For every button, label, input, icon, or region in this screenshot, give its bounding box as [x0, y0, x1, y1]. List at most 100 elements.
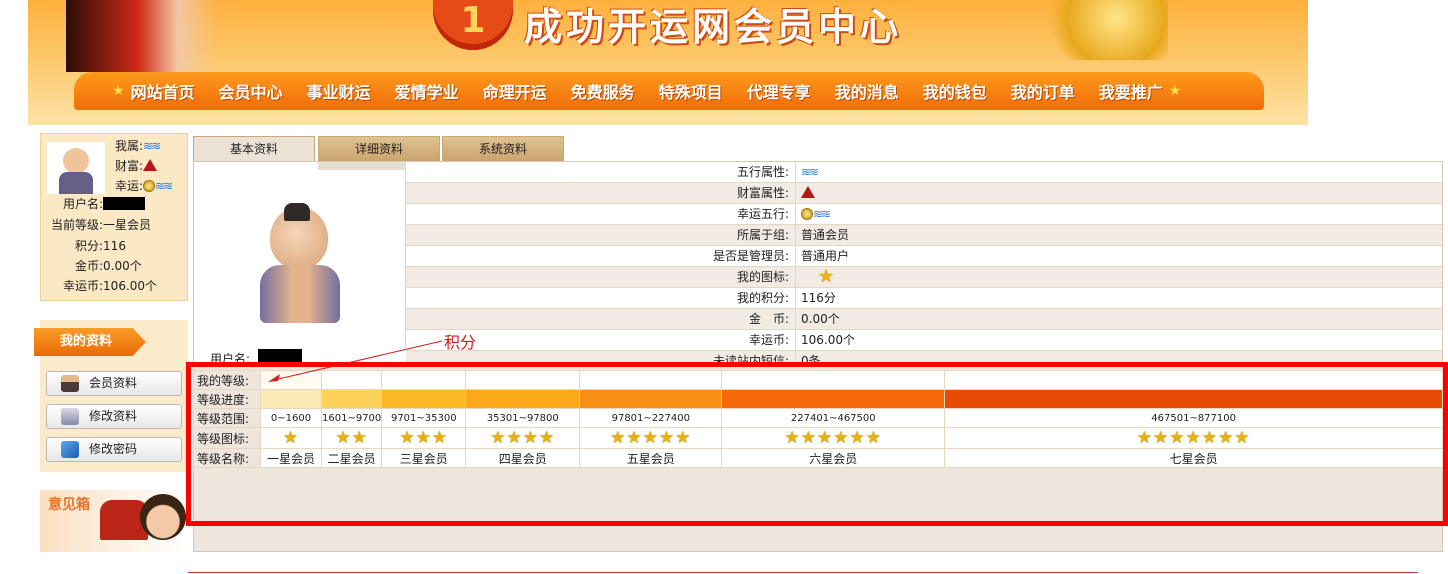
sidebar-belong: 我属:≋≋ — [115, 137, 161, 154]
avatar-body — [59, 172, 93, 194]
star-icon: ★ — [1168, 83, 1182, 99]
edit-info-label: 修改资料 — [89, 409, 138, 423]
info-value: ≋≋ — [801, 162, 819, 182]
sidebar-wealth-label: 财富: — [115, 159, 144, 173]
sidebar-points: 积分:116 — [75, 239, 126, 253]
sidebar-luck: 幸运: ≋≋ — [115, 177, 173, 194]
site-header: 1 成功开运网会员中心 ★ 网站首页 会员中心 事业财运 爱情学业 命理开运 免… — [28, 0, 1308, 125]
nav-item-orders[interactable]: 我的订单 — [1011, 79, 1075, 103]
info-value: 106.00个 — [801, 333, 855, 347]
info-label: 所属于组: — [406, 225, 796, 245]
info-label: 金 币: — [406, 309, 796, 329]
edit-info-button[interactable]: 修改资料 — [46, 404, 182, 429]
nav-item-agent[interactable]: 代理专享 — [747, 79, 811, 103]
member-info-button[interactable]: 会员资料 — [46, 371, 182, 396]
sidebar-gold: 金币:0.00个 — [75, 259, 142, 273]
info-row-luck: 幸运五行: ≋≋ — [406, 204, 1442, 225]
avatar-body — [260, 265, 340, 323]
change-password-label: 修改密码 — [89, 442, 138, 456]
annotation-arrow-head — [268, 374, 280, 382]
nav-item-special[interactable]: 特殊项目 — [659, 79, 723, 103]
gold-icon — [801, 208, 813, 220]
nav-item-wallet[interactable]: 我的钱包 — [923, 79, 987, 103]
info-label: 财富属性: — [406, 183, 796, 203]
info-label: 我的积分: — [406, 288, 796, 308]
annotation-arrow — [268, 340, 443, 382]
user-icon — [61, 375, 79, 392]
sidebar-username: 用户名: — [63, 195, 146, 212]
sidebar-wealth: 财富: — [115, 157, 158, 174]
logo-emblem: 1 — [433, 0, 513, 50]
nav-item-promote[interactable]: 我要推广 — [1099, 79, 1163, 103]
avatar-head — [63, 148, 89, 174]
info-label: 幸运五行: — [406, 204, 796, 224]
avatar-hair — [284, 203, 310, 221]
info-row-lucky-coin: 幸运币: 106.00个 — [406, 330, 1442, 351]
sidebar-username-label: 用户名: — [63, 197, 104, 211]
water-icon: ≋≋ — [155, 179, 173, 193]
menu-title: 我的资料 — [34, 328, 146, 356]
info-value: ★ — [818, 267, 834, 288]
sidebar-user-card: 我属:≋≋ 财富: 幸运: ≋≋ 用户名: 当前等级:一星会员 积分:116 金币… — [40, 133, 188, 301]
photo-header-strip — [318, 162, 406, 170]
info-value: ≋≋ — [801, 204, 831, 224]
profile-photo-cell — [194, 162, 406, 348]
info-row-admin: 是否是管理员: 普通用户 — [406, 246, 1442, 267]
water-icon: ≋≋ — [801, 165, 819, 179]
info-value: 普通会员 — [801, 228, 850, 242]
nav-item-fortune[interactable]: 命理开运 — [483, 79, 547, 103]
redacted-username — [103, 197, 146, 210]
sidebar-luck-label: 幸运: — [115, 179, 144, 193]
nav-item-love[interactable]: 爱情学业 — [395, 79, 459, 103]
star-icon: ★ — [818, 266, 835, 287]
logo-emblem-number: 1 — [460, 0, 486, 41]
nav-item-career[interactable]: 事业财运 — [307, 79, 371, 103]
info-row-group: 所属于组: 普通会员 — [406, 225, 1442, 246]
envelope-icon — [61, 408, 79, 425]
info-value: 116分 — [801, 291, 836, 305]
site-title: 成功开运网会员中心 — [524, 4, 903, 49]
key-icon — [61, 441, 79, 458]
info-label: 是否是管理员: — [406, 246, 796, 266]
info-value — [801, 183, 815, 203]
info-row-icon: 我的图标: ★ — [406, 267, 1442, 288]
info-row-element: 五行属性: ≋≋ — [406, 162, 1442, 183]
sidebar-level: 当前等级:一星会员 — [51, 218, 152, 232]
annotation-arrow-line — [273, 340, 443, 381]
footer-divider — [188, 572, 1418, 573]
nav-item-messages[interactable]: 我的消息 — [835, 79, 899, 103]
tab-detail-info[interactable]: 详细资料 — [318, 136, 440, 162]
info-label: 五行属性: — [406, 162, 796, 182]
gold-icon — [143, 180, 156, 192]
nav-item-member-center[interactable]: 会员中心 — [219, 79, 283, 103]
treasure-chest-image — [1038, 0, 1168, 60]
avatar — [47, 142, 105, 194]
sidebar-belong-label: 我属: — [115, 139, 144, 153]
triangle-icon — [801, 186, 815, 198]
nav-item-free-service[interactable]: 免费服务 — [571, 79, 635, 103]
sidebar-menu: 我的资料 会员资料 修改资料 修改密码 — [34, 320, 188, 472]
water-icon: ≋≋ — [813, 207, 831, 221]
info-row-points: 我的积分: 116分 — [406, 288, 1442, 309]
main-nav: ★ 网站首页 会员中心 事业财运 爱情学业 命理开运 免费服务 特殊项目 代理专… — [74, 72, 1264, 110]
girl-image — [140, 494, 186, 540]
member-info-label: 会员资料 — [89, 376, 138, 390]
info-value: 0.00个 — [801, 312, 840, 326]
change-password-button[interactable]: 修改密码 — [46, 437, 182, 462]
profile-avatar — [256, 203, 346, 327]
info-row-gold: 金 币: 0.00个 — [406, 309, 1442, 330]
banner-person-image — [66, 0, 226, 72]
info-value: 普通用户 — [801, 249, 850, 263]
suggestion-box[interactable]: 意见箱 — [40, 490, 188, 552]
tab-basic-info[interactable]: 基本资料 — [193, 136, 315, 162]
water-icon: ≋≋ — [143, 139, 161, 153]
info-row-wealth: 财富属性: — [406, 183, 1442, 204]
sidebar-lucky-coin: 幸运币:106.00个 — [63, 279, 158, 293]
star-icon: ★ — [112, 83, 125, 99]
info-label: 我的图标: — [406, 267, 796, 287]
highlight-annotation-box — [186, 362, 1448, 526]
tab-system-info[interactable]: 系统资料 — [442, 136, 564, 162]
triangle-icon — [143, 159, 158, 171]
suggestion-box-title: 意见箱 — [48, 497, 90, 513]
nav-item-home[interactable]: 网站首页 — [131, 79, 195, 103]
